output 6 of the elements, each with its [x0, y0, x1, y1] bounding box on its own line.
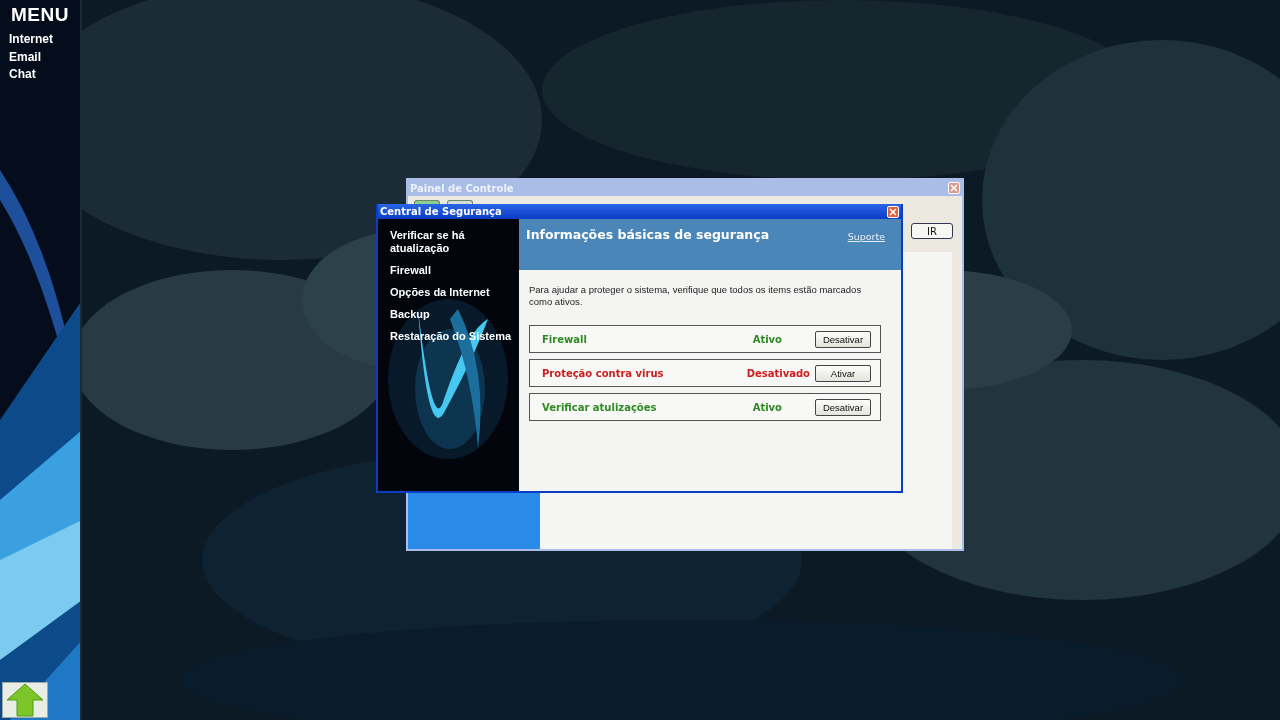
menu-item[interactable]: Chat: [9, 66, 80, 84]
up-arrow-icon: [6, 683, 44, 717]
menu-item[interactable]: Internet: [9, 31, 80, 49]
menu-item[interactable]: Email: [9, 48, 80, 66]
up-arrow-button[interactable]: [2, 682, 48, 718]
menu-title: MENU: [11, 4, 70, 26]
